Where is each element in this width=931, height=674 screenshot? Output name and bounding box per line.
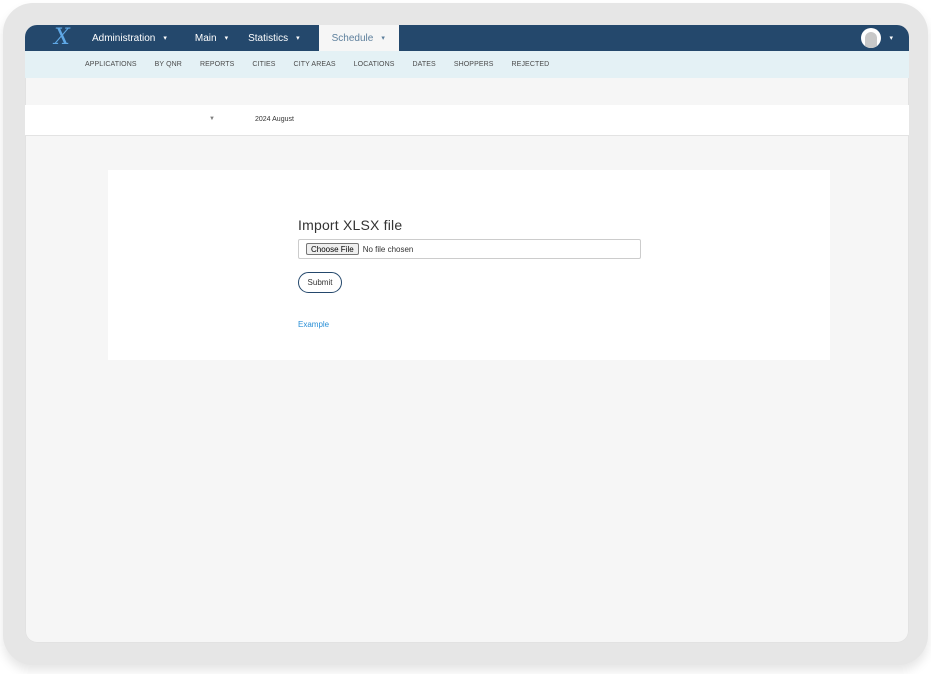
subnav-item-rejected[interactable]: REJECTED <box>512 61 550 68</box>
nav-item-label: Statistics <box>248 32 289 44</box>
chevron-down-icon: ▼ <box>209 116 215 122</box>
subnav-item-shoppers[interactable]: SHOPPERS <box>454 61 494 68</box>
subnav-item-city-areas[interactable]: CITY AREAS <box>294 61 336 68</box>
x-logo-icon[interactable]: X <box>25 25 85 51</box>
chevron-down-icon: ▾ <box>889 35 893 42</box>
device-frame: X Administration ▾ Main ▾ Statistics ▾ S… <box>3 3 928 665</box>
nav-item-label: Main <box>194 32 217 44</box>
period-bar: ▼ 2024 August <box>25 105 909 136</box>
nav-item-statistics[interactable]: Statistics ▾ <box>241 25 313 51</box>
nav-item-label: Schedule <box>331 32 374 44</box>
subnav-item-dates[interactable]: DATES <box>413 61 436 68</box>
file-status-text: No file chosen <box>362 244 414 254</box>
period-label: 2024 August <box>255 116 294 123</box>
nav-item-label: Administration <box>92 32 156 44</box>
period-dropdown[interactable]: ▼ <box>25 105 225 136</box>
nav-item-main[interactable]: Main ▾ <box>188 25 241 51</box>
example-link[interactable]: Example <box>298 320 329 329</box>
navbar-spacer <box>399 25 862 51</box>
file-input[interactable]: Choose File No file chosen <box>298 239 641 259</box>
choose-file-button[interactable]: Choose File <box>306 243 359 255</box>
chevron-down-icon: ▾ <box>224 35 229 42</box>
subnav-item-cities[interactable]: CITIES <box>252 61 275 68</box>
import-card: Import XLSX file Choose File No file cho… <box>108 170 830 360</box>
import-title: Import XLSX file <box>298 217 403 233</box>
nav-item-administration[interactable]: Administration ▾ <box>85 25 180 51</box>
schedule-subnav: APPLICATIONS BY QNR REPORTS CITIES CITY … <box>25 51 909 78</box>
submit-button[interactable]: Submit <box>298 272 342 293</box>
main-navbar: X Administration ▾ Main ▾ Statistics ▾ S… <box>25 25 909 51</box>
avatar-silhouette <box>865 32 878 48</box>
user-avatar-icon[interactable] <box>861 28 882 48</box>
subnav-item-locations[interactable]: LOCATIONS <box>354 61 395 68</box>
chevron-down-icon: ▾ <box>163 35 167 42</box>
subnav-item-applications[interactable]: APPLICATIONS <box>85 61 137 68</box>
user-menu[interactable]: ▾ <box>861 25 909 51</box>
app-screen: X Administration ▾ Main ▾ Statistics ▾ S… <box>25 25 909 643</box>
nav-item-schedule[interactable]: Schedule ▾ <box>318 25 399 51</box>
subnav-item-by-qnr[interactable]: BY QNR <box>155 61 182 68</box>
chevron-down-icon: ▾ <box>381 35 385 42</box>
subnav-item-reports[interactable]: REPORTS <box>200 61 234 68</box>
chevron-down-icon: ▾ <box>296 35 300 42</box>
